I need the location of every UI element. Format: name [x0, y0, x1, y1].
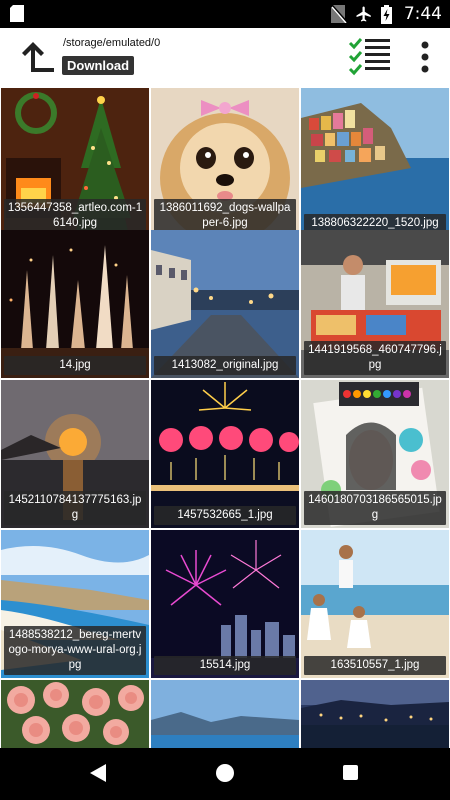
image-tile[interactable]: 15514.jpg — [151, 530, 299, 678]
nav-home-icon[interactable] — [216, 764, 234, 782]
roses-thumbnail — [1, 680, 149, 748]
bay-landscape-thumbnail — [151, 680, 299, 748]
image-tile[interactable]: 1488538212_bereg-mertvogo-morya-www-ural… — [1, 530, 149, 678]
image-caption: 163510557_1.jpg — [304, 656, 446, 675]
up-directory-icon[interactable] — [14, 36, 56, 78]
image-caption: 1356447358_artleo.com-16140.jpg — [4, 199, 146, 233]
image-caption: 15514.jpg — [154, 656, 296, 675]
image-tile[interactable] — [301, 680, 449, 748]
top-toolbar: /storage/emulated/0 Download — [0, 28, 450, 86]
image-tile[interactable]: 138806322220_1520.jpg — [301, 88, 449, 236]
status-time: 7:44 — [403, 4, 442, 24]
current-folder-label[interactable]: Download — [62, 56, 135, 75]
more-options-icon[interactable] — [412, 38, 438, 76]
image-tile[interactable]: 1356447358_artleo.com-16140.jpg — [1, 88, 149, 236]
image-tile[interactable]: 163510557_1.jpg — [301, 530, 449, 678]
nav-back-icon[interactable] — [90, 764, 106, 782]
image-caption: 1452110784137775163.jpg — [4, 491, 146, 525]
image-tile[interactable]: 1452110784137775163.jpg — [1, 380, 149, 528]
image-grid: 1356447358_artleo.com-16140.jpg 13860116… — [0, 86, 450, 748]
current-path: /storage/emulated/0 — [63, 37, 161, 49]
image-caption: 1441919568_460747796.jpg — [304, 341, 446, 375]
image-caption: 1386011692_dogs-wallpaper-6.jpg — [154, 199, 296, 233]
image-caption: 1460180703186565015.jpg — [304, 491, 446, 525]
system-nav-bar — [0, 748, 450, 800]
battery-charging-icon — [380, 4, 392, 24]
airplane-mode-icon — [356, 6, 371, 22]
image-tile[interactable] — [1, 680, 149, 748]
image-tile[interactable]: 1460180703186565015.jpg — [301, 380, 449, 528]
image-tile[interactable]: 1386011692_dogs-wallpaper-6.jpg — [151, 88, 299, 236]
image-tile[interactable]: 1457532665_1.jpg — [151, 380, 299, 528]
image-caption: 14.jpg — [4, 356, 146, 375]
image-caption: 1457532665_1.jpg — [154, 506, 296, 525]
sd-card-icon — [10, 5, 24, 22]
image-caption: 1488538212_bereg-mertvogo-morya-www-ural… — [4, 626, 146, 675]
select-list-icon[interactable] — [348, 36, 392, 76]
image-tile[interactable]: 1413082_original.jpg — [151, 230, 299, 378]
image-tile[interactable]: 1441919568_460747796.jpg — [301, 230, 449, 378]
no-signal-icon — [330, 5, 347, 23]
image-tile[interactable]: 14.jpg — [1, 230, 149, 378]
evening-coast-thumbnail — [301, 680, 449, 748]
image-caption: 1413082_original.jpg — [154, 356, 296, 375]
status-bar: 7:44 — [0, 0, 450, 28]
nav-recents-icon[interactable] — [343, 765, 358, 780]
image-tile[interactable] — [151, 680, 299, 748]
